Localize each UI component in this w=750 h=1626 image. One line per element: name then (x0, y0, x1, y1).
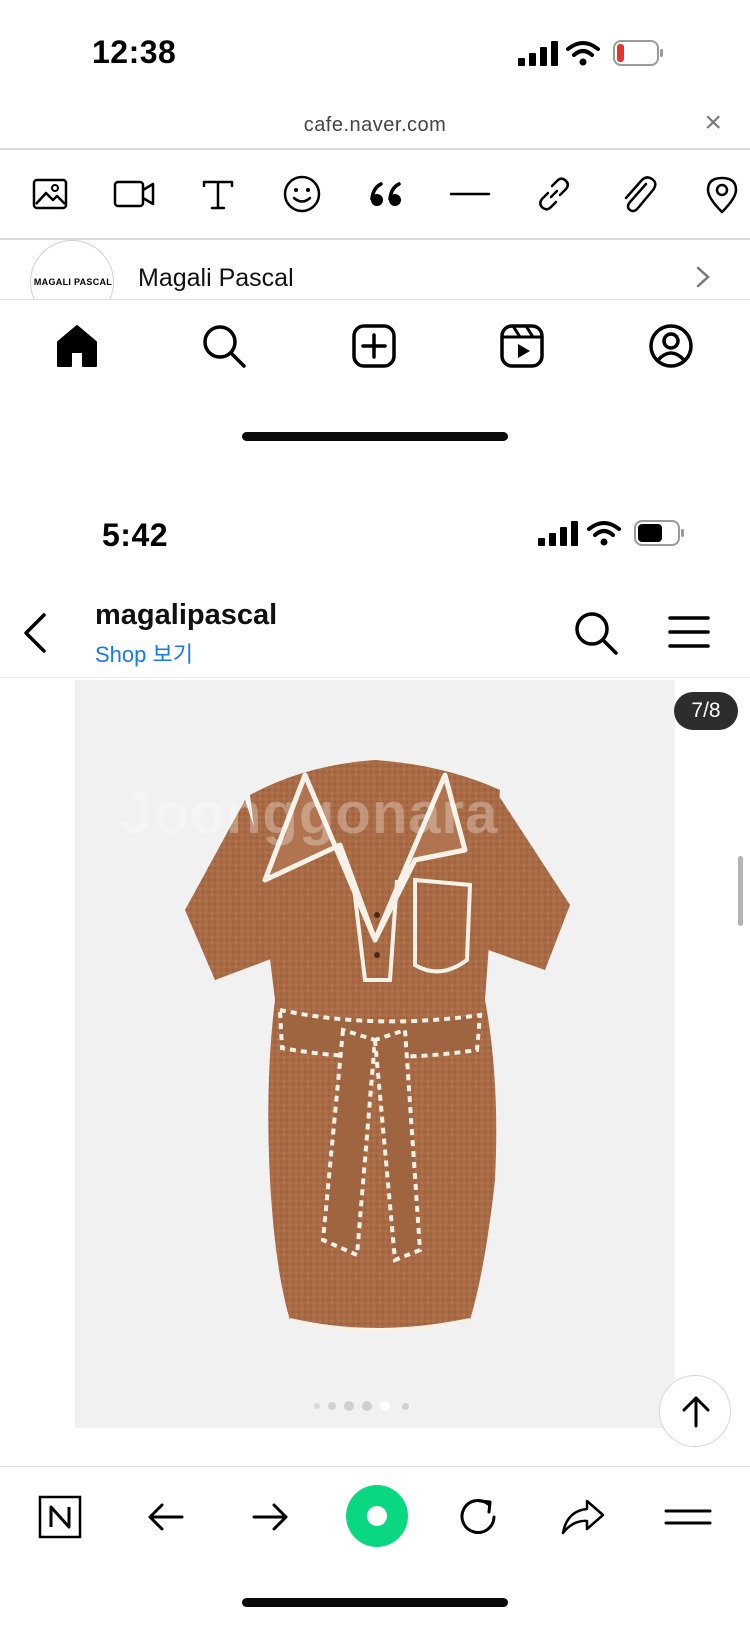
carousel-dots (312, 1398, 442, 1414)
shop-link[interactable]: Shop 보기 (95, 637, 193, 669)
divider-icon[interactable] (448, 172, 492, 216)
location-icon[interactable] (700, 172, 744, 216)
profile-icon[interactable] (647, 322, 695, 370)
scroll-to-top-button[interactable] (659, 1375, 731, 1447)
back-arrow-icon[interactable] (138, 1489, 194, 1545)
wifi-icon (566, 41, 600, 66)
profile-name: Magali Pascal (138, 264, 294, 292)
profile-row[interactable]: MAGALI PASCAL Magali Pascal (0, 240, 750, 300)
signal-icon (518, 41, 558, 66)
status-time-top: 12:38 (92, 34, 177, 70)
green-dot-icon[interactable] (344, 1483, 410, 1549)
watermark: Joonggonara (120, 781, 499, 846)
avatar-logo-text: MAGALI PASCAL (33, 277, 113, 287)
instagram-profile-header: magalipascal Shop 보기 (0, 582, 750, 678)
browser-toolbar (0, 1466, 750, 1566)
carousel-dot (402, 1403, 409, 1410)
instagram-bottom-nav (0, 302, 750, 392)
chevron-right-icon (696, 266, 710, 288)
hamburger-menu-icon[interactable] (668, 614, 710, 650)
create-icon[interactable] (350, 322, 398, 370)
carousel-dot (362, 1401, 372, 1411)
scrollbar-thumb[interactable] (738, 856, 743, 926)
home-indicator-bottom (242, 1598, 508, 1607)
forward-arrow-icon[interactable] (242, 1489, 298, 1545)
url-bar[interactable]: cafe.naver.com × (0, 100, 750, 150)
refresh-icon[interactable] (450, 1489, 506, 1545)
battery-low-icon (613, 40, 663, 66)
naver-home-icon[interactable] (32, 1489, 88, 1545)
attach-icon[interactable] (616, 172, 660, 216)
avatar[interactable]: MAGALI PASCAL (30, 240, 114, 299)
carousel-dot (314, 1403, 320, 1409)
back-chevron-icon[interactable] (22, 612, 48, 654)
menu-icon[interactable] (660, 1489, 716, 1545)
share-icon[interactable] (555, 1489, 611, 1545)
text-icon[interactable] (196, 172, 240, 216)
home-indicator-top (242, 432, 508, 441)
status-time-bottom: 5:42 (102, 517, 169, 553)
image-icon[interactable] (28, 172, 72, 216)
wifi-icon (587, 521, 621, 546)
signal-icon (538, 521, 578, 546)
search-icon[interactable] (200, 322, 248, 370)
emoji-icon[interactable] (280, 172, 324, 216)
carousel-dot (344, 1401, 354, 1411)
editor-toolbar (0, 152, 750, 240)
video-icon[interactable] (112, 172, 156, 216)
carousel-dot (328, 1402, 336, 1410)
carousel-dot-active (380, 1401, 390, 1411)
link-icon[interactable] (532, 172, 576, 216)
search-icon[interactable] (573, 610, 619, 656)
username[interactable]: magalipascal (95, 599, 277, 632)
url-text: cafe.naver.com (303, 114, 447, 136)
battery-icon (634, 520, 684, 546)
arrow-up-icon (682, 1396, 710, 1428)
close-icon[interactable]: × (704, 108, 722, 138)
home-icon[interactable] (53, 322, 101, 370)
quote-icon[interactable] (364, 172, 408, 216)
image-counter-badge: 7/8 (674, 692, 738, 730)
reels-icon[interactable] (498, 322, 546, 370)
